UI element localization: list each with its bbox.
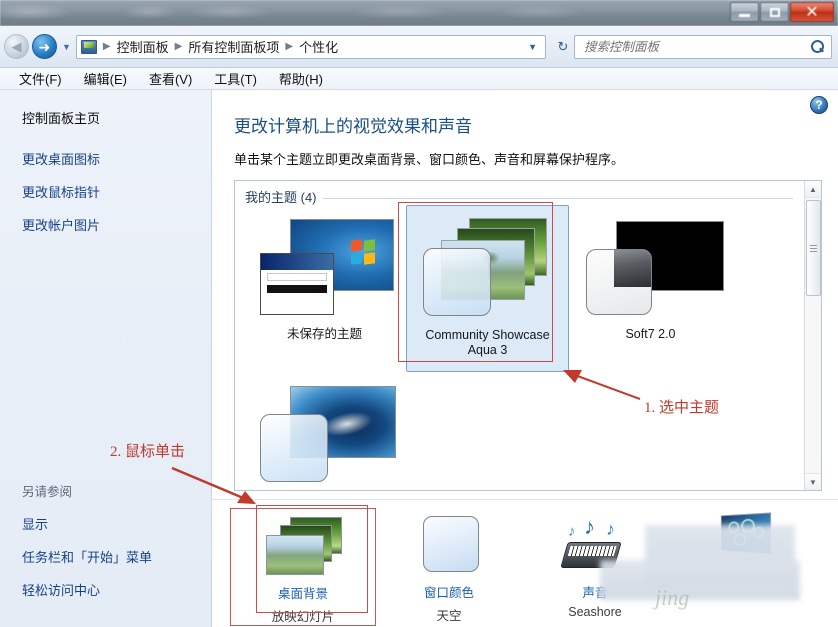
theme-name: Community Showcase Aqua 3 (425, 328, 550, 357)
music-note-icon: ♪ (606, 519, 615, 539)
setting-screen-saver[interactable] (668, 508, 814, 586)
back-button[interactable]: ◀ (4, 34, 29, 59)
sidebar-item-change-mouse-pointers[interactable]: 更改鼠标指针 (0, 182, 211, 201)
setting-desktop-background[interactable]: 桌面背景 放映幻灯片 (230, 508, 376, 626)
windows7-ocean-thumb (252, 380, 397, 490)
sidebar-see-also-section: 另请参阅 显示 任务栏和「开始」菜单 轻松访问中心 (0, 481, 211, 613)
scrollbar-thumb[interactable] (805, 200, 821, 296)
group-divider (245, 198, 793, 199)
breadcrumb-item-personalization[interactable]: 个性化 (297, 37, 340, 56)
window-color-preview (586, 249, 652, 315)
window-style-preview (260, 253, 334, 315)
theme-grid: 未保存的主题 Community Showcase Aqua 3 Soft7 2… (235, 205, 803, 490)
annotation-1-text: 1. 选中主题 (644, 400, 720, 416)
music-note-icon: ♪ (568, 523, 576, 540)
personalization-settings-bar: 桌面背景 放映幻灯片 窗口颜色 天空 ♪ ♪ ♪ 声音 Seashore (212, 499, 838, 627)
theme-name: 未保存的主题 (286, 327, 362, 341)
sidebar-item-taskbar-start-menu[interactable]: 任务栏和「开始」菜单 (0, 547, 211, 566)
maximize-button[interactable] (760, 2, 789, 22)
keyboard-icon (560, 542, 622, 568)
menu-help[interactable]: 帮助(H) (268, 69, 334, 88)
address-bar-row: ◀ ➜ ▼ ▶ 控制面板 ▶ 所有控制面板项 ▶ 个性化 ▼ ↻ (0, 26, 838, 68)
search-box[interactable] (574, 34, 832, 59)
breadcrumb-separator: ▶ (102, 41, 111, 52)
page-subtitle: 单击某个主题立即更改桌面背景、窗口颜色、声音和屏幕保护程序。 (234, 152, 625, 167)
minimize-button[interactable] (730, 2, 759, 22)
watermark-text: jing (655, 585, 690, 610)
breadcrumb-dropdown-icon[interactable]: ▼ (522, 42, 543, 52)
setting-window-color[interactable]: 窗口颜色 天空 (376, 508, 522, 624)
screen-saver-icon (698, 512, 784, 576)
scroll-up-arrow-icon[interactable]: ▲ (804, 181, 821, 198)
breadcrumb-separator: ▶ (174, 41, 183, 52)
close-button[interactable]: ✕ (790, 2, 834, 22)
menu-file[interactable]: 文件(F) (8, 69, 73, 88)
window-color-preview (260, 414, 328, 482)
sidebar-item-change-account-picture[interactable]: 更改帐户图片 (0, 215, 211, 234)
scrollbar-grip-icon (809, 244, 817, 252)
page-title: 更改计算机上的视觉效果和声音 (234, 117, 472, 136)
theme-item-community-showcase-aqua-3[interactable]: Community Showcase Aqua 3 (406, 205, 569, 372)
scroll-down-arrow-icon[interactable]: ▼ (804, 473, 821, 490)
music-note-icon: ♪ (584, 514, 595, 539)
windows-logo-icon (351, 239, 377, 266)
see-also-heading: 另请参阅 (22, 485, 73, 499)
window-color-preview (423, 248, 491, 316)
theme-item-windows7-default[interactable]: Windows 7 默认版 (243, 372, 406, 490)
unsaved-theme-thumb (252, 213, 397, 325)
theme-list-scrollbar[interactable]: ▲ ▼ (804, 181, 821, 490)
window-title-bar[interactable]: ✕ (0, 0, 838, 26)
close-icon: ✕ (805, 2, 819, 21)
setting-label[interactable]: 窗口颜色 (424, 582, 474, 601)
annotation-2-text: 2. 鼠标单击 (110, 444, 186, 460)
setting-value: 放映幻灯片 (271, 610, 335, 624)
menu-edit[interactable]: 编辑(E) (73, 69, 138, 88)
theme-item-unsaved[interactable]: 未保存的主题 (243, 205, 406, 372)
maximize-icon (769, 7, 780, 17)
window-controls: ✕ (729, 2, 834, 23)
theme-list: 我的主题 (4) 未保存的主题 Community Showcase Aqua … (234, 180, 822, 491)
soft7-thumb (578, 213, 724, 325)
minimize-icon (739, 14, 750, 17)
breadcrumb-separator: ▶ (285, 41, 294, 52)
theme-name: Soft7 2.0 (625, 327, 676, 341)
forward-button[interactable]: ➜ (32, 34, 57, 59)
sidebar: 控制面板主页 更改桌面图标 更改鼠标指针 更改帐户图片 另请参阅 显示 任务栏和… (0, 90, 212, 627)
desktop-background-icon (260, 515, 346, 577)
theme-item-soft7[interactable]: Soft7 2.0 (569, 205, 732, 372)
menu-view[interactable]: 查看(V) (138, 69, 203, 88)
menu-tools[interactable]: 工具(T) (203, 69, 268, 88)
setting-sounds[interactable]: ♪ ♪ ♪ 声音 Seashore (522, 508, 668, 619)
window-color-icon (406, 514, 492, 576)
menu-bar: 文件(F) 编辑(E) 查看(V) 工具(T) 帮助(H) (0, 68, 838, 90)
theme-group-label: 我的主题 (4) (245, 187, 323, 206)
search-input[interactable] (582, 38, 811, 55)
setting-label[interactable]: 声音 (582, 582, 607, 601)
search-icon[interactable] (811, 39, 825, 54)
title-bar-blurred-content (0, 0, 838, 26)
sound-icon: ♪ ♪ ♪ (552, 514, 638, 576)
back-arrow-icon: ◀ (11, 39, 22, 54)
aqua-stack-thumb (415, 214, 560, 326)
recent-pages-caret-icon[interactable]: ▼ (62, 42, 71, 52)
refresh-button[interactable]: ↻ (552, 39, 574, 55)
sidebar-item-display[interactable]: 显示 (0, 514, 211, 533)
sidebar-item-ease-of-access-center[interactable]: 轻松访问中心 (0, 580, 211, 599)
forward-arrow-icon: ➜ (38, 38, 51, 55)
sidebar-item-control-panel-home[interactable]: 控制面板主页 (0, 108, 211, 127)
setting-label[interactable]: 桌面背景 (278, 583, 328, 602)
breadcrumb-address-bar[interactable]: ▶ 控制面板 ▶ 所有控制面板项 ▶ 个性化 ▼ (75, 34, 546, 59)
setting-value: 天空 (436, 609, 462, 623)
breadcrumb-item-control-panel[interactable]: 控制面板 (115, 37, 171, 56)
sidebar-item-change-desktop-icons[interactable]: 更改桌面图标 (0, 149, 211, 168)
setting-value: Seashore (568, 605, 622, 619)
personalization-icon (80, 39, 97, 54)
breadcrumb-item-all-items[interactable]: 所有控制面板项 (186, 37, 281, 56)
help-icon[interactable]: ? (810, 96, 828, 114)
navigation-buttons: ◀ ➜ ▼ (4, 34, 76, 59)
